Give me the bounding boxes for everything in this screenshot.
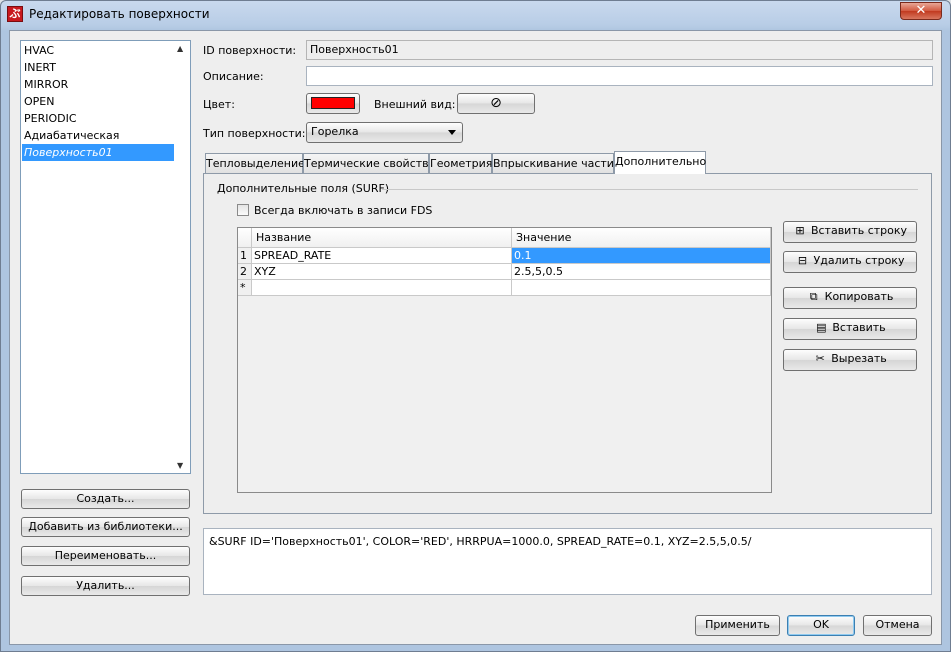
description-input[interactable] [306,66,933,86]
paste-button[interactable]: ▤ Вставить [783,318,917,340]
color-swatch [311,97,355,109]
cut-button[interactable]: ✂ Вырезать [783,349,917,371]
always-include-checkbox[interactable] [237,204,249,216]
scroll-up-icon[interactable]: ▲ [177,44,183,53]
insert-row-icon: ⊞ [795,224,805,237]
dialog-body: HVAC INERT MIRROR OPEN PERIODIC Адиабати… [9,30,942,645]
surface-type-select[interactable]: Горелка [306,122,463,143]
app-logo-icon: ぶ [7,6,23,22]
close-window-button[interactable]: ✕ [900,2,942,20]
fds-preview-text[interactable]: &SURF ID='Поверхность01', COLOR='RED', H… [203,528,932,595]
table-cell-name[interactable]: XYZ [252,264,512,280]
apply-button[interactable]: Применить [695,615,780,636]
extra-fields-table[interactable]: Название Значение 1 SPREAD_RATE 0.1 2 XY… [237,227,772,493]
surface-id-label: ID поверхности: [203,44,297,57]
color-label: Цвет: [203,98,235,111]
surface-list[interactable]: HVAC INERT MIRROR OPEN PERIODIC Адиабати… [20,40,191,474]
advanced-tab-panel: Дополнительные поля (SURF) Всегда включа… [203,173,932,514]
copy-label: Копировать [824,290,894,303]
insert-row-button[interactable]: ⊞ Вставить строку [783,221,917,243]
row-number: 2 [238,264,252,280]
table-cell-value[interactable]: 2.5,5,0.5 [512,264,771,280]
table-cell-value-selected[interactable]: 0.1 [512,248,771,264]
ok-button[interactable]: OK [787,615,855,636]
row-number: 1 [238,248,252,264]
surface-list-item[interactable]: HVAC [22,42,174,59]
table-corner-header [238,228,252,248]
delete-row-label: Удалить строку [813,254,905,267]
delete-row-button[interactable]: ⊟ Удалить строку [783,251,917,273]
title-bar[interactable]: ぶ Редактировать поверхности ✕ [1,1,950,29]
rename-surface-button[interactable]: Переименовать... [21,546,190,566]
copy-icon: ⧉ [809,290,818,303]
tab-particle-injection[interactable]: Впрыскивание частиц [492,153,621,173]
column-header-value[interactable]: Значение [512,228,771,248]
delete-row-icon: ⊟ [797,254,808,267]
surface-list-item[interactable]: PERIODIC [22,110,174,127]
copy-button[interactable]: ⧉ Копировать [783,287,917,309]
appearance-button[interactable]: ⊘ [457,93,535,114]
cut-label: Вырезать [831,352,887,365]
color-picker-button[interactable] [306,93,360,114]
no-texture-icon: ⊘ [490,95,502,111]
surface-list-item[interactable]: OPEN [22,93,174,110]
tab-advanced[interactable]: Дополнительно [614,151,706,174]
always-include-label[interactable]: Всегда включать в записи FDS [254,204,432,217]
delete-surface-button[interactable]: Удалить... [21,576,190,596]
tab-heat-release[interactable]: Тепловыделение [205,153,305,173]
group-separator [382,189,918,190]
surface-type-label: Тип поверхности: [203,127,306,140]
surface-id-field[interactable]: Поверхность01 [306,40,933,60]
surface-list-item-selected[interactable]: Поверхность01 [22,144,174,161]
scissors-icon: ✂ [815,352,825,365]
paste-label: Вставить [832,321,886,334]
surface-type-value: Горелка [311,125,359,138]
table-cell-value-new[interactable] [512,280,771,296]
scroll-down-icon[interactable]: ▼ [177,461,183,470]
fds-preview-line: &SURF ID='Поверхность01', COLOR='RED', H… [209,535,752,548]
appearance-label: Внешний вид: [374,98,456,111]
edit-surfaces-window: ぶ Редактировать поверхности ✕ HVAC INERT… [0,0,951,652]
insert-row-label: Вставить строку [810,224,908,237]
create-surface-button[interactable]: Создать... [21,489,190,509]
window-title: Редактировать поверхности [29,7,210,21]
surface-list-item[interactable]: Адиабатическая [22,127,174,144]
add-from-library-button[interactable]: Добавить из библиотеки... [21,517,190,537]
row-number-new: * [238,280,252,296]
tab-thermal-properties[interactable]: Термические свойства [303,153,435,173]
cancel-button[interactable]: Отмена [863,615,932,636]
chevron-down-icon [448,130,456,135]
surface-list-item[interactable]: INERT [22,59,174,76]
table-cell-name-new[interactable] [252,280,512,296]
column-header-name[interactable]: Название [252,228,512,248]
tab-geometry[interactable]: Геометрия [429,153,492,173]
table-cell-name[interactable]: SPREAD_RATE [252,248,512,264]
clipboard-icon: ▤ [816,321,827,334]
extra-fields-group-title: Дополнительные поля (SURF) [217,182,390,195]
description-label: Описание: [203,70,264,83]
surface-list-scrollbar[interactable]: ▲ ▼ [174,41,190,473]
surface-list-item[interactable]: MIRROR [22,76,174,93]
